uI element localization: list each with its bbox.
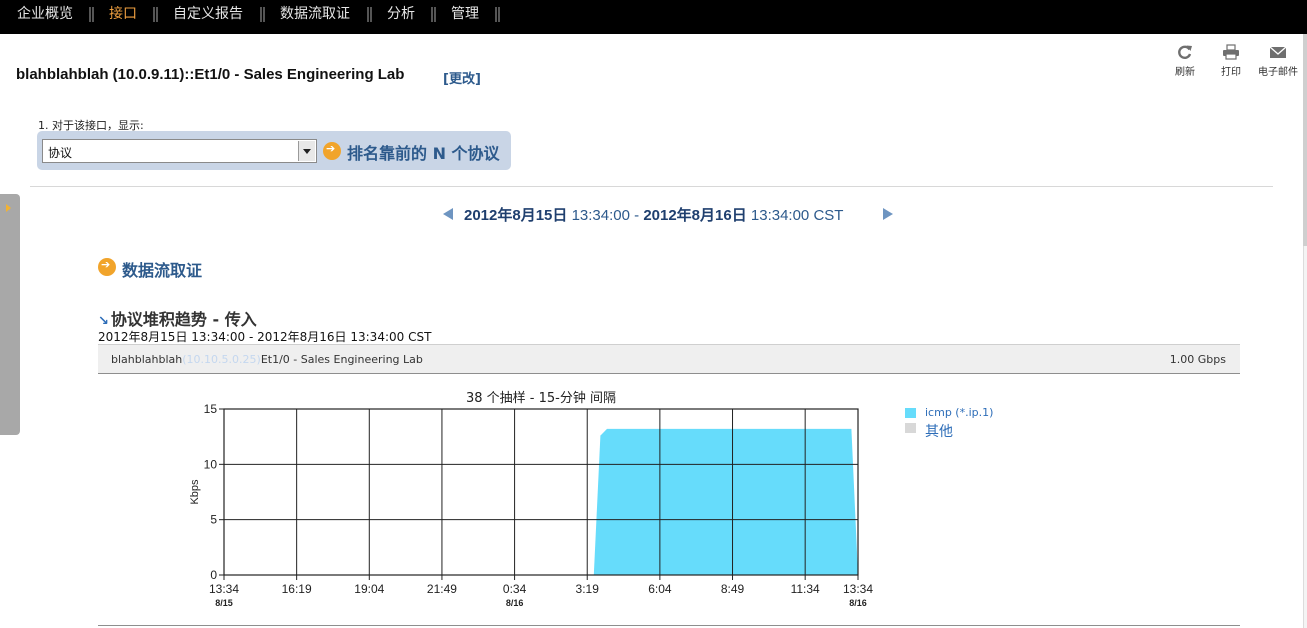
print-button[interactable]: 打印 xyxy=(1221,44,1241,78)
x-tick-label-7: 8:49 xyxy=(721,582,745,596)
section-title: 数据流取证 xyxy=(122,261,203,280)
email-button[interactable]: 电子邮件 xyxy=(1258,44,1298,78)
nav-separator xyxy=(89,7,94,22)
legend-label-other: 其他 xyxy=(925,424,953,440)
print-label: 打印 xyxy=(1221,67,1241,78)
report-title-text[interactable]: 协议堆积趋势 - 传入 xyxy=(111,310,257,329)
change-interface-link[interactable]: [更改] xyxy=(443,68,481,87)
refresh-button[interactable]: 刷新 xyxy=(1175,44,1195,78)
y-tick-label-1: 5 xyxy=(210,513,217,527)
y-axis-label: Kbps xyxy=(189,479,201,505)
report-subtitle: 2012年8月15日 13:34:00 - 2012年8月16日 13:34:0… xyxy=(98,330,432,344)
end-time: 13:34:00 CST xyxy=(750,207,844,224)
nav-item-interfaces[interactable]: 接口 xyxy=(109,0,137,28)
nav-item-enterprise-overview[interactable]: 企业概览 xyxy=(17,0,73,28)
selector-panel: 协议 排名靠前的 N 个协议 xyxy=(37,131,511,170)
view-type-select[interactable]: 协议 xyxy=(42,139,317,163)
x-tick-label-9: 13:34 xyxy=(843,582,873,596)
envelope-icon xyxy=(1269,46,1287,58)
email-label: 电子邮件 xyxy=(1258,67,1298,78)
x-tick-date-0: 8/15 xyxy=(215,598,233,608)
date-range-text: 2012年8月15日 13:34:00 - 2012年8月16日 13:34:0… xyxy=(464,204,843,225)
y-tick-label-0: 0 xyxy=(210,568,217,582)
x-tick-label-1: 16:19 xyxy=(282,582,312,596)
end-date: 2012年8月16日 xyxy=(643,207,747,224)
x-tick-date-4: 8/16 xyxy=(506,598,524,608)
divider xyxy=(98,625,1240,626)
nav-separator xyxy=(260,7,265,22)
side-panel-toggle[interactable] xyxy=(0,194,20,435)
interface-suffix: Et1/0 - Sales Engineering Lab xyxy=(260,353,423,366)
interface-bar: blahblahblah(10.10.5.0.25)Et1/0 - Sales … xyxy=(98,344,1240,374)
nav-item-flow-forensics[interactable]: 数据流取证 xyxy=(280,0,350,28)
legend-swatch-other xyxy=(905,423,916,433)
top-nav: 企业概览 接口 自定义报告 数据流取证 分析 管理 xyxy=(0,0,1307,34)
x-tick-label-2: 19:04 xyxy=(354,582,384,596)
printer-icon xyxy=(1223,44,1239,60)
x-tick-label-5: 3:19 xyxy=(576,582,600,596)
chevron-down-icon[interactable] xyxy=(298,141,315,161)
refresh-label: 刷新 xyxy=(1175,67,1195,78)
top-n-protocols-label: 排名靠前的 N 个协议 xyxy=(347,144,500,163)
x-tick-label-4: 0:34 xyxy=(503,582,527,596)
nav-item-custom-reports[interactable]: 自定义报告 xyxy=(173,0,243,28)
previous-period-icon[interactable] xyxy=(443,208,453,220)
refresh-icon xyxy=(1178,45,1192,59)
x-tick-label-0: 13:34 xyxy=(209,582,239,596)
legend-swatch-icmp xyxy=(905,408,916,418)
series-area-0 xyxy=(593,428,858,575)
start-date: 2012年8月15日 xyxy=(464,207,568,224)
nav-separator xyxy=(153,7,158,22)
arrow-down-right-icon[interactable]: ↘ xyxy=(98,314,109,329)
nav-item-admin[interactable]: 管理 xyxy=(451,0,479,28)
interface-prefix: blahblahblah xyxy=(111,353,183,366)
page-title: blahblahblah (10.0.9.11)::Et1/0 - Sales … xyxy=(16,66,405,83)
nav-separator xyxy=(431,7,436,22)
nav-separator xyxy=(495,7,500,22)
arrow-circle-icon xyxy=(323,142,341,160)
x-tick-label-6: 6:04 xyxy=(648,582,672,596)
report-title: ↘ 协议堆积趋势 - 传入 xyxy=(98,306,257,330)
y-tick-label-3: 15 xyxy=(204,402,218,416)
interface-name: blahblahblah(10.10.5.0.25)Et1/0 - Sales … xyxy=(111,353,423,366)
x-tick-label-3: 21:49 xyxy=(427,582,457,596)
legend-label-icmp: icmp (*.ip.1) xyxy=(925,406,994,419)
arrow-circle-icon xyxy=(98,258,116,276)
y-tick-label-2: 10 xyxy=(204,457,218,471)
start-time: 13:34:00 xyxy=(571,207,630,224)
select-value: 协议 xyxy=(48,146,73,160)
nav-separator xyxy=(367,7,372,22)
interface-address: (10.10.5.0.25) xyxy=(182,353,261,366)
date-separator: - xyxy=(634,207,640,224)
interface-speed: 1.00 Gbps xyxy=(1169,353,1226,366)
date-range-nav: 2012年8月15日 13:34:00 - 2012年8月16日 13:34:0… xyxy=(0,204,1307,224)
x-tick-date-9: 8/16 xyxy=(849,598,867,608)
nav-item-analysis[interactable]: 分析 xyxy=(387,0,415,28)
divider xyxy=(30,186,1273,187)
chart-title: 38 个抽样 - 15-分钟 间隔 xyxy=(466,390,616,406)
x-tick-label-8: 11:34 xyxy=(791,582,820,596)
next-period-icon[interactable] xyxy=(883,208,893,220)
protocol-stacked-trend-chart: 0 5 10 15 13:34 8/15 16:19 19:04 21:49 0:34 8/16 3:… xyxy=(189,390,873,608)
